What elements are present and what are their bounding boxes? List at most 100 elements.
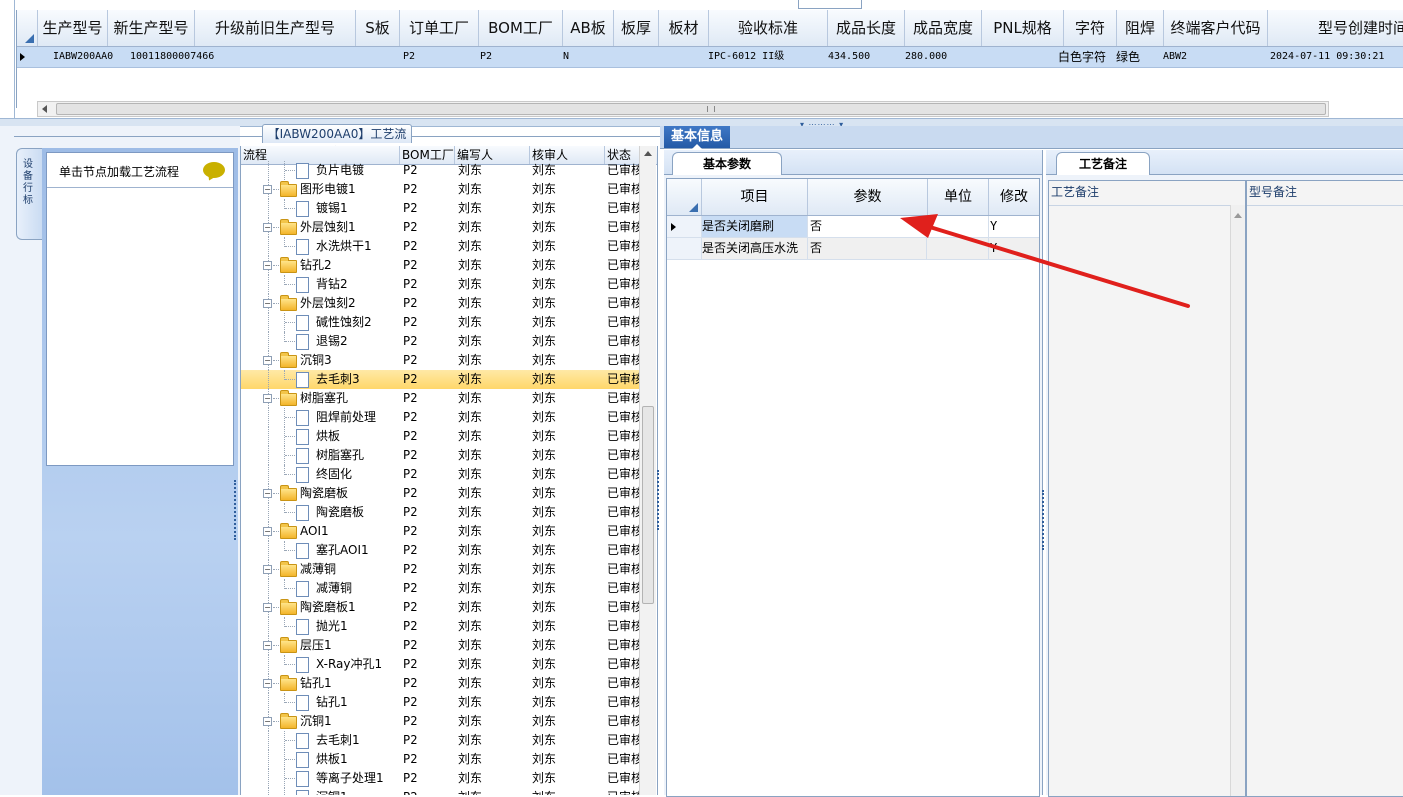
tree-node-folder[interactable]: − 外层蚀刻2 P2 刘东 刘东 已审核 xyxy=(241,294,639,313)
tree-node-folder[interactable]: − 图形电镀1 P2 刘东 刘东 已审核 xyxy=(241,180,639,199)
collapse-toggle-icon[interactable]: − xyxy=(263,641,272,650)
cell-character[interactable]: 白色字符 xyxy=(1058,47,1106,67)
scroll-thumb[interactable] xyxy=(56,103,1326,115)
tree-node-step[interactable]: 终固化 P2 刘东 刘东 已审核 xyxy=(241,465,639,484)
cell-item[interactable]: 是否关闭磨刷 xyxy=(702,216,808,237)
cell-production-model[interactable]: IABW200AA0 xyxy=(53,47,113,67)
tree-node-step[interactable]: 烘板1 P2 刘东 刘东 已审核 xyxy=(241,750,639,769)
tree-node-step[interactable]: 去毛刺1 P2 刘东 刘东 已审核 xyxy=(241,731,639,750)
tree-node-step[interactable]: 钻孔1 P2 刘东 刘东 已审核 xyxy=(241,693,639,712)
col-production-model[interactable]: 生产型号 xyxy=(38,10,108,46)
col-bom-factory[interactable]: BOM工厂 xyxy=(479,10,563,46)
tree-node-step[interactable]: X-Ray冲孔1 P2 刘东 刘东 已审核 xyxy=(241,655,639,674)
scroll-left-icon[interactable] xyxy=(42,105,47,113)
tree-node-folder[interactable]: − 陶瓷磨板1 P2 刘东 刘东 已审核 xyxy=(241,598,639,617)
collapse-toggle-icon[interactable]: − xyxy=(263,565,272,574)
right-splitter[interactable] xyxy=(1041,490,1046,560)
collapse-toggle-icon[interactable]: − xyxy=(263,223,272,232)
grid-corner[interactable] xyxy=(17,10,38,46)
tree-node-step[interactable]: 碱性蚀刻2 P2 刘东 刘东 已审核 xyxy=(241,313,639,332)
col-acceptance-standard[interactable]: 验收标准 xyxy=(709,10,828,46)
collapse-toggle-icon[interactable]: − xyxy=(263,394,272,403)
cell-ab-board[interactable]: N xyxy=(563,47,569,67)
collapse-toggle-icon[interactable]: − xyxy=(263,356,272,365)
col-length[interactable]: 成品长度 xyxy=(828,10,905,46)
cell-order-factory[interactable]: P2 xyxy=(403,47,415,67)
tree-vertical-scrollbar[interactable] xyxy=(639,146,656,795)
tab-basic-params[interactable]: 基本参数 xyxy=(672,152,782,175)
tree-node-step[interactable]: 等离子处理1 P2 刘东 刘东 已审核 xyxy=(241,769,639,788)
cell-item[interactable]: 是否关闭高压水洗 xyxy=(702,238,808,259)
grid-corner[interactable] xyxy=(667,179,702,215)
col-pnl-spec[interactable]: PNL规格 xyxy=(982,10,1064,46)
col-ab-board[interactable]: AB板 xyxy=(563,10,614,46)
cell-bom-factory[interactable]: P2 xyxy=(480,47,492,67)
collapse-toggle-icon[interactable]: − xyxy=(263,261,272,270)
cell-length[interactable]: 434.500 xyxy=(828,47,870,67)
col-new-production-model[interactable]: 新生产型号 xyxy=(108,10,195,46)
cell-solder-mask[interactable]: 绿色 xyxy=(1116,47,1140,67)
left-splitter[interactable] xyxy=(233,480,238,550)
tree-node-step[interactable]: 塞孔AOI1 P2 刘东 刘东 已审核 xyxy=(241,541,639,560)
row-header[interactable] xyxy=(667,238,702,259)
tree-node-step[interactable]: 负片电镀 P2 刘东 刘东 已审核 xyxy=(241,161,639,180)
col-old-model[interactable]: 升级前旧生产型号 xyxy=(195,10,356,46)
tree-node-step[interactable]: 减薄铜 P2 刘东 刘东 已审核 xyxy=(241,579,639,598)
collapse-toggle-icon[interactable]: − xyxy=(263,603,272,612)
col-width[interactable]: 成品宽度 xyxy=(905,10,982,46)
horizontal-scrollbar[interactable] xyxy=(37,101,1329,117)
table-row[interactable]: IABW200AA0 10011800007466 P2 P2 N IPC-60… xyxy=(17,47,1403,68)
middle-splitter[interactable] xyxy=(656,470,661,550)
tree-node-folder[interactable]: − 陶瓷磨板 P2 刘东 刘东 已审核 xyxy=(241,484,639,503)
tree-node-folder[interactable]: − 沉铜1 P2 刘东 刘东 已审核 xyxy=(241,712,639,731)
row-header[interactable] xyxy=(667,216,702,237)
vertical-tab-device[interactable]: 设备行标 xyxy=(16,148,43,240)
tree-node-folder[interactable]: − 外层蚀刻1 P2 刘东 刘东 已审核 xyxy=(241,218,639,237)
tree-node-folder[interactable]: − 树脂塞孔 P2 刘东 刘东 已审核 xyxy=(241,389,639,408)
tree-node-step[interactable]: 陶瓷磨板 P2 刘东 刘东 已审核 xyxy=(241,503,639,522)
tree-node-folder[interactable]: − 钻孔1 P2 刘东 刘东 已审核 xyxy=(241,674,639,693)
tree-node-step[interactable]: 烘板 P2 刘东 刘东 已审核 xyxy=(241,427,639,446)
tree-node-folder[interactable]: − 层压1 P2 刘东 刘东 已审核 xyxy=(241,636,639,655)
tree-node-step[interactable]: 树脂塞孔 P2 刘东 刘东 已审核 xyxy=(241,446,639,465)
tree-node-step[interactable]: 镀锡1 P2 刘东 刘东 已审核 xyxy=(241,199,639,218)
model-note-textarea[interactable] xyxy=(1247,205,1403,797)
cell-acceptance-standard[interactable]: IPC-6012 II级 xyxy=(708,47,784,67)
tree-node-step[interactable]: 阻焊前处理 P2 刘东 刘东 已审核 xyxy=(241,408,639,427)
tree-node-step[interactable]: 水洗烘干1 P2 刘东 刘东 已审核 xyxy=(241,237,639,256)
cell-customer-code[interactable]: ABW2 xyxy=(1163,47,1187,67)
collapse-toggle-icon[interactable]: − xyxy=(263,299,272,308)
col-character[interactable]: 字符 xyxy=(1064,10,1117,46)
tab-basic-info[interactable]: 基本信息 xyxy=(664,126,730,149)
col-solder-mask[interactable]: 阻焊 xyxy=(1117,10,1164,46)
tree-node-step[interactable]: 退锡2 P2 刘东 刘东 已审核 xyxy=(241,332,639,351)
col-order-factory[interactable]: 订单工厂 xyxy=(400,10,479,46)
col-material[interactable]: 板材 xyxy=(659,10,709,46)
col-thickness[interactable]: 板厚 xyxy=(614,10,659,46)
tree-node-step[interactable]: 背钻2 P2 刘东 刘东 已审核 xyxy=(241,275,639,294)
scroll-thumb[interactable] xyxy=(642,406,654,604)
cell-width[interactable]: 280.000 xyxy=(905,47,947,67)
craft-note-scrollbar[interactable] xyxy=(1230,205,1245,796)
col-item[interactable]: 项目 xyxy=(702,179,808,215)
col-s-board[interactable]: S板 xyxy=(356,10,400,46)
collapse-toggle-icon[interactable]: − xyxy=(263,527,272,536)
tree-node-folder[interactable]: − 沉铜3 P2 刘东 刘东 已审核 xyxy=(241,351,639,370)
tree-node-folder[interactable]: − 减薄铜 P2 刘东 刘东 已审核 xyxy=(241,560,639,579)
cell-new-production-model[interactable]: 10011800007466 xyxy=(130,47,214,67)
tree-node-step[interactable]: 沉铜1 P2 刘东 刘东 已审核 xyxy=(241,788,639,795)
tab-craft-notes[interactable]: 工艺备注 xyxy=(1056,152,1150,175)
cell-created-time[interactable]: 2024-07-11 09:30:21 xyxy=(1270,47,1384,67)
col-created-time[interactable]: 型号创建时间 xyxy=(1268,10,1403,46)
col-customer-code[interactable]: 终端客户代码 xyxy=(1164,10,1268,46)
tree-node-folder[interactable]: − 钻孔2 P2 刘东 刘东 已审核 xyxy=(241,256,639,275)
tree-node-step[interactable]: 抛光1 P2 刘东 刘东 已审核 xyxy=(241,617,639,636)
top-panel-tab[interactable] xyxy=(798,0,862,9)
tree-node-folder[interactable]: − AOI1 P2 刘东 刘东 已审核 xyxy=(241,522,639,541)
tree-node-step[interactable]: 去毛刺3 P2 刘东 刘东 已审核 xyxy=(241,370,639,389)
scroll-up-icon[interactable] xyxy=(644,151,652,156)
collapse-toggle-icon[interactable]: − xyxy=(263,489,272,498)
collapse-toggle-icon[interactable]: − xyxy=(263,717,272,726)
collapse-toggle-icon[interactable]: − xyxy=(263,185,272,194)
collapse-toggle-icon[interactable]: − xyxy=(263,679,272,688)
